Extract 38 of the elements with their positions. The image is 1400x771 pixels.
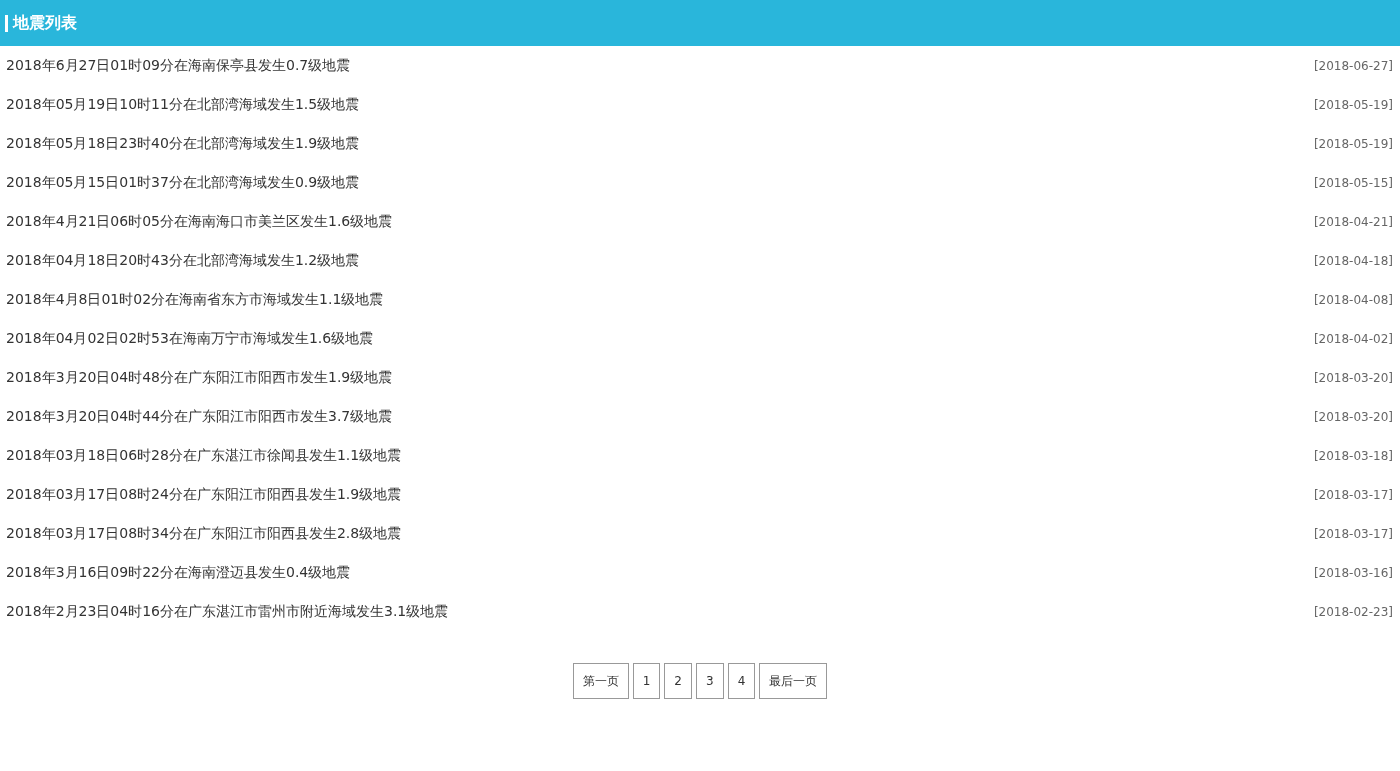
earthquake-link[interactable]: 2018年4月8日01时02分在海南省东方市海域发生1.1级地震 xyxy=(6,290,384,309)
earthquake-link[interactable]: 2018年05月19日10时11分在北部湾海域发生1.5级地震 xyxy=(6,95,360,114)
page-button[interactable]: 2 xyxy=(664,663,692,699)
page-button[interactable]: 3 xyxy=(696,663,724,699)
earthquake-link[interactable]: 2018年03月17日08时24分在广东阳江市阳西县发生1.9级地震 xyxy=(6,485,402,504)
earthquake-link[interactable]: 2018年3月20日04时48分在广东阳江市阳西市发生1.9级地震 xyxy=(6,368,393,387)
date-label: [2018-05-19] xyxy=(1313,136,1393,151)
list-title: 地震列表 xyxy=(13,12,77,34)
page-button[interactable]: 第一页 xyxy=(572,663,629,699)
date-label: [2018-03-17] xyxy=(1313,526,1393,541)
date-label: [2018-04-08] xyxy=(1313,292,1393,307)
date-label: [2018-03-17] xyxy=(1313,487,1393,502)
earthquake-link[interactable]: 2018年2月23日04时16分在广东湛江市雷州市附近海域发生3.1级地震 xyxy=(6,602,449,621)
earthquake-link[interactable]: 2018年04月02日02时53在海南万宁市海域发生1.6级地震 xyxy=(6,329,374,348)
page-button[interactable]: 1 xyxy=(632,663,661,699)
earthquake-link[interactable]: 2018年4月21日06时05分在海南海口市美兰区发生1.6级地震 xyxy=(6,212,393,231)
earthquake-link[interactable]: 2018年03月17日08时34分在广东阳江市阳西县发生2.8级地震 xyxy=(6,524,402,543)
earthquake-link[interactable]: 2018年03月18日06时28分在广东湛江市徐闻县发生1.1级地震 xyxy=(6,446,402,465)
date-label: [2018-03-20] xyxy=(1313,409,1393,424)
date-label: [2018-03-16] xyxy=(1313,565,1393,580)
earthquake-link[interactable]: 2018年05月15日01时37分在北部湾海域发生0.9级地震 xyxy=(6,173,360,192)
page-button[interactable]: 4 xyxy=(727,663,756,699)
date-label: [2018-05-19] xyxy=(1313,97,1393,112)
date-label: [2018-06-27] xyxy=(1313,58,1393,73)
date-label: [2018-04-21] xyxy=(1313,214,1393,229)
date-label: [2018-02-23] xyxy=(1313,604,1393,619)
earthquake-link[interactable]: 2018年3月16日09时22分在海南澄迈县发生0.4级地震 xyxy=(6,563,351,582)
page-button[interactable]: 最后一页 xyxy=(759,663,828,699)
date-label: [2018-03-20] xyxy=(1313,370,1393,385)
date-label: [2018-04-18] xyxy=(1313,253,1393,268)
date-label: [2018-04-02] xyxy=(1313,331,1393,346)
date-label: [2018-03-18] xyxy=(1313,448,1393,463)
earthquake-link[interactable]: 2018年04月18日20时43分在北部湾海域发生1.2级地震 xyxy=(6,251,360,270)
earthquake-link[interactable]: 2018年3月20日04时44分在广东阳江市阳西市发生3.7级地震 xyxy=(6,407,393,426)
earthquake-link[interactable]: 2018年05月18日23时40分在北部湾海域发生1.9级地震 xyxy=(6,134,360,153)
accent-bar xyxy=(5,14,8,32)
date-label: [2018-05-15] xyxy=(1313,175,1393,190)
earthquake-link[interactable]: 2018年6月27日01时09分在海南保亭县发生0.7级地震 xyxy=(6,56,351,75)
